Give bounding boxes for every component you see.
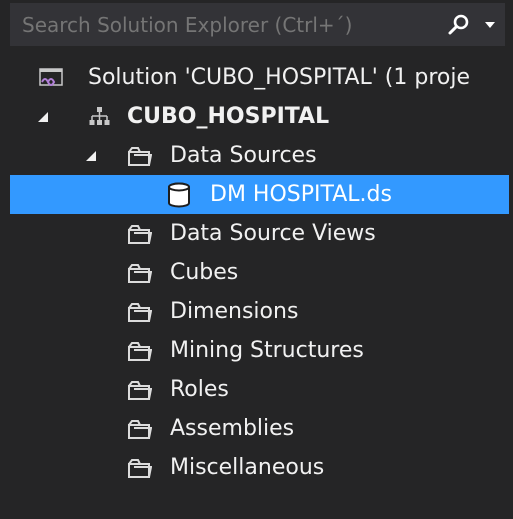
tree-item-label: Mining Structures	[170, 338, 364, 363]
tree-item-label: Cubes	[170, 260, 239, 285]
folder-icon	[127, 338, 153, 364]
project-label: CUBO_HOSPITAL	[127, 104, 330, 129]
tree-item-cubes[interactable]: Cubes	[0, 253, 513, 292]
search-icon[interactable]	[443, 3, 475, 46]
tree-item-data-source-views[interactable]: Data Source Views	[0, 214, 513, 253]
folder-icon	[127, 299, 153, 325]
tree-item-dimensions[interactable]: Dimensions	[0, 292, 513, 331]
search-input[interactable]	[10, 3, 443, 46]
tree-item-label: Dimensions	[170, 299, 299, 324]
tree-item-solution[interactable]: Solution 'CUBO_HOSPITAL' (1 proje	[0, 58, 513, 97]
tree-item-label: Assemblies	[170, 416, 295, 441]
tree-item-label: Miscellaneous	[170, 455, 325, 480]
dm-hospital-label: DM HOSPITAL.ds	[210, 182, 392, 207]
tree-item-dm-hospital[interactable]: DM HOSPITAL.ds	[10, 175, 509, 214]
tree-item-miscellaneous[interactable]: Miscellaneous	[0, 448, 513, 487]
folder-icon	[127, 377, 153, 403]
solution-label: Solution 'CUBO_HOSPITAL' (1 proje	[88, 65, 471, 90]
tree-item-roles[interactable]: Roles	[0, 370, 513, 409]
data-sources-label: Data Sources	[170, 143, 317, 168]
search-bar	[10, 3, 505, 46]
project-icon	[86, 104, 112, 130]
tree-item-label: Data Source Views	[170, 221, 376, 246]
solution-tree: Solution 'CUBO_HOSPITAL' (1 proje CUBO_H…	[0, 58, 513, 487]
chevron-down-icon[interactable]	[479, 3, 501, 46]
solution-explorer-panel: Solution 'CUBO_HOSPITAL' (1 proje	[0, 0, 513, 519]
tree-item-project[interactable]: CUBO_HOSPITAL	[0, 97, 513, 136]
folder-icon	[127, 260, 153, 286]
expanded-triangle-icon[interactable]	[84, 149, 98, 163]
tree-item-data-sources[interactable]: Data Sources	[0, 136, 513, 175]
folder-icon	[127, 416, 153, 442]
folder-icon	[127, 143, 153, 169]
folder-icon	[127, 221, 153, 247]
tree-item-assemblies[interactable]: Assemblies	[0, 409, 513, 448]
datasource-icon	[166, 182, 192, 208]
tree-item-label: Roles	[170, 377, 229, 402]
solution-icon	[38, 65, 64, 91]
tree-item-mining-structures[interactable]: Mining Structures	[0, 331, 513, 370]
expanded-triangle-icon[interactable]	[36, 110, 50, 124]
folder-icon	[127, 455, 153, 481]
